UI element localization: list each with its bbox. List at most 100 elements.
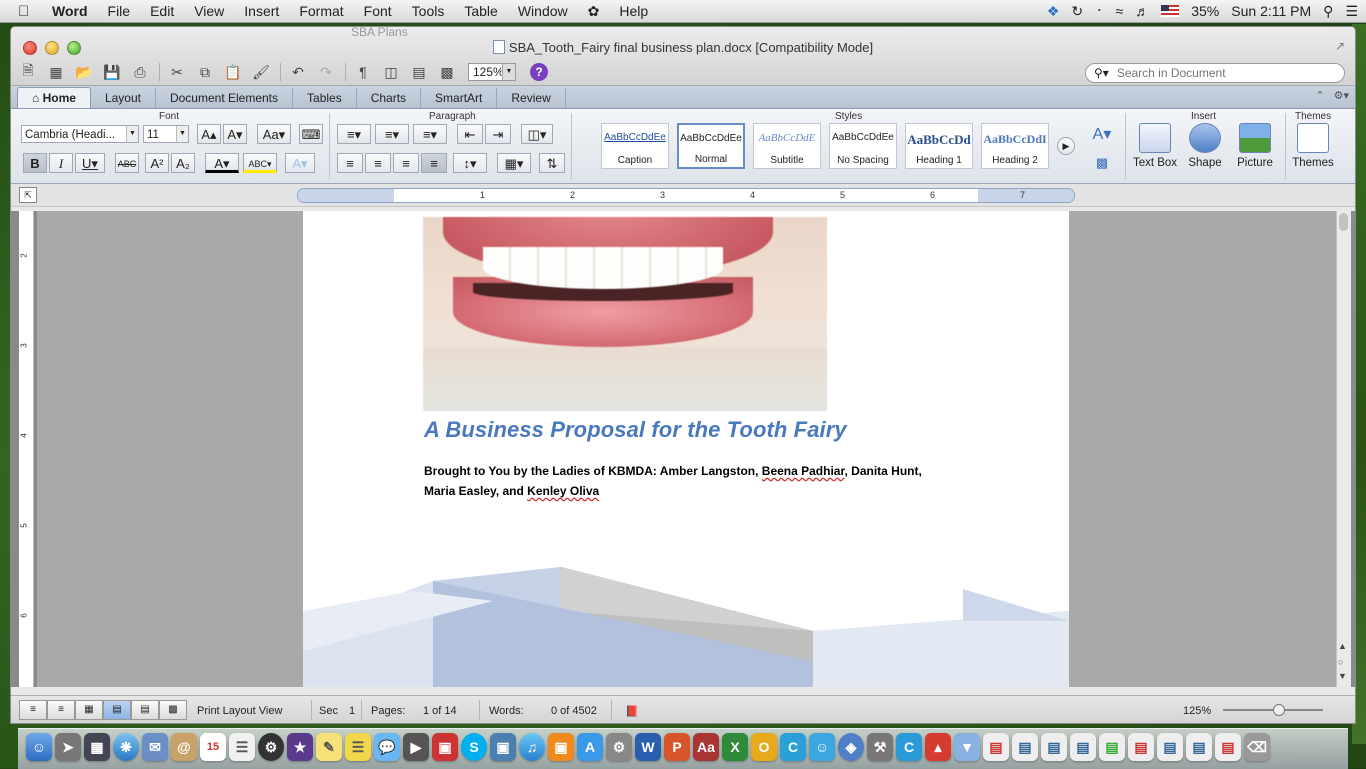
- shape-button[interactable]: Shape: [1181, 123, 1229, 169]
- subscript-button[interactable]: A₂: [171, 153, 195, 173]
- spotlight-search-icon[interactable]: ⚲: [1323, 3, 1333, 20]
- decrease-indent-icon[interactable]: ⇤: [457, 124, 483, 144]
- network-icon[interactable]: ◈: [838, 733, 864, 761]
- scrollbar-thumb[interactable]: [1339, 213, 1348, 231]
- preview-icon[interactable]: ▣: [490, 733, 516, 761]
- open-icon[interactable]: 📂: [73, 62, 95, 82]
- new-document-icon[interactable]: 🗎: [17, 62, 39, 82]
- help-icon[interactable]: ?: [530, 63, 548, 81]
- borders-icon[interactable]: ▦▾: [497, 153, 531, 173]
- bullets-icon[interactable]: ≡▾: [337, 124, 371, 144]
- outlook-icon[interactable]: O: [751, 733, 777, 761]
- multilevel-list-icon[interactable]: ≡▾: [413, 124, 447, 144]
- menu-format[interactable]: Format: [299, 3, 343, 19]
- grow-font-icon[interactable]: A▴: [197, 124, 221, 144]
- messages-icon[interactable]: 💬: [374, 733, 400, 761]
- print-icon[interactable]: ⎙: [129, 62, 151, 82]
- menu-table[interactable]: Table: [464, 3, 497, 19]
- menu-tools[interactable]: Tools: [412, 3, 445, 19]
- superscript-button[interactable]: A²: [145, 153, 169, 173]
- format-painter-icon[interactable]: 🖌: [250, 62, 272, 82]
- tab-document-elements[interactable]: Document Elements: [156, 88, 294, 108]
- style-no-spacing[interactable]: AaBbCcDdEe No Spacing: [829, 123, 897, 169]
- skype-icon[interactable]: S: [461, 733, 487, 761]
- zoom-slider-knob[interactable]: [1273, 704, 1285, 716]
- notification-list-icon[interactable]: ☰: [1345, 3, 1358, 20]
- downloads-stack-icon[interactable]: ▼: [954, 733, 980, 761]
- styles-next-icon[interactable]: ▶: [1057, 137, 1075, 155]
- document-stack-icon[interactable]: ▤: [1215, 733, 1241, 761]
- menu-edit[interactable]: Edit: [150, 3, 174, 19]
- templates-icon[interactable]: ▦: [45, 62, 67, 82]
- strikethrough-button[interactable]: ABC: [115, 153, 139, 173]
- menu-app-name[interactable]: Word: [52, 3, 88, 19]
- reminders-icon[interactable]: ☰: [229, 733, 255, 761]
- tab-home[interactable]: ⌂ Home: [17, 87, 91, 108]
- utility-icon[interactable]: ⚒: [867, 733, 893, 761]
- cut-icon[interactable]: ✂: [166, 62, 188, 82]
- ibooks-icon[interactable]: ▣: [548, 733, 574, 761]
- full-screen-view-icon[interactable]: ▩: [159, 700, 187, 720]
- document-stack-icon[interactable]: ▤: [1070, 733, 1096, 761]
- vertical-scrollbar[interactable]: ▲ ○ ▼: [1336, 211, 1351, 687]
- clear-formatting-icon[interactable]: ⌨: [299, 124, 323, 144]
- copy-icon[interactable]: ⧉: [194, 62, 216, 82]
- ribbon-options-icon[interactable]: ⚙▾: [1334, 90, 1349, 102]
- align-center-icon[interactable]: ≡: [365, 153, 391, 173]
- battery-status[interactable]: 35%: [1191, 3, 1219, 19]
- columns-icon[interactable]: ◫▾: [521, 124, 553, 144]
- powerpoint-icon[interactable]: P: [664, 733, 690, 761]
- finder-icon[interactable]: ☺: [26, 733, 52, 761]
- outline-view-icon[interactable]: ≡: [47, 700, 75, 720]
- stickies-icon[interactable]: ✎: [316, 733, 342, 761]
- tab-layout[interactable]: Layout: [91, 88, 156, 108]
- document-stack-icon[interactable]: ▤: [983, 733, 1009, 761]
- tab-tables[interactable]: Tables: [293, 88, 357, 108]
- font-color-button[interactable]: A▾: [205, 153, 239, 173]
- print-layout-view-icon[interactable]: ▤: [103, 700, 131, 720]
- menu-file[interactable]: File: [108, 3, 131, 19]
- menu-insert[interactable]: Insert: [244, 3, 279, 19]
- shrink-font-icon[interactable]: A▾: [223, 124, 247, 144]
- sort-icon[interactable]: ⇅: [539, 153, 565, 173]
- app-store-icon[interactable]: A: [577, 733, 603, 761]
- time-machine-icon[interactable]: ↻: [1071, 3, 1083, 20]
- style-subtitle[interactable]: AaBbCcDdE Subtitle: [753, 123, 821, 169]
- style-caption[interactable]: AaBbCcDdEe Caption: [601, 123, 669, 169]
- menu-clock[interactable]: Sun 2:11 PM: [1231, 3, 1311, 19]
- menu-window[interactable]: Window: [518, 3, 568, 19]
- menu-help[interactable]: Help: [619, 3, 648, 19]
- launchpad-icon[interactable]: ➤: [55, 733, 81, 761]
- tab-charts[interactable]: Charts: [357, 88, 422, 108]
- paste-icon[interactable]: 📋: [222, 62, 244, 82]
- notes-icon[interactable]: ☰: [345, 733, 371, 761]
- search-field[interactable]: ⚲▾: [1085, 63, 1345, 83]
- lync-icon[interactable]: C: [896, 733, 922, 761]
- document-stack-icon[interactable]: ▤: [1099, 733, 1125, 761]
- horizontal-ruler[interactable]: 1 2 3 4 5 6 7: [297, 188, 1075, 203]
- document-stack-icon[interactable]: ▤: [1041, 733, 1067, 761]
- byline-paragraph[interactable]: Brought to You by the Ladies of KBMDA: A…: [424, 461, 944, 501]
- document-stack-icon[interactable]: ▤: [1157, 733, 1183, 761]
- font-name-select[interactable]: Cambria (Headi... ▼: [21, 125, 139, 143]
- sidebar-icon[interactable]: ◫: [380, 62, 402, 82]
- next-page-icon[interactable]: ▼: [1338, 671, 1347, 681]
- document-page[interactable]: A Business Proposal for the Tooth Fairy …: [303, 211, 1069, 687]
- menu-font[interactable]: Font: [364, 3, 392, 19]
- themes-button[interactable]: Themes: [1289, 123, 1337, 169]
- mission-control-icon[interactable]: ▦: [84, 733, 110, 761]
- photo-booth-icon[interactable]: ▣: [432, 733, 458, 761]
- undo-icon[interactable]: ↶: [287, 62, 309, 82]
- calendar-icon[interactable]: 15: [200, 733, 226, 761]
- line-spacing-icon[interactable]: ↕▾: [453, 153, 487, 173]
- draft-view-icon[interactable]: ≡: [19, 700, 47, 720]
- redo-icon[interactable]: ↷: [315, 62, 337, 82]
- safari-icon[interactable]: ❋: [113, 733, 139, 761]
- facetime-icon[interactable]: ▶: [403, 733, 429, 761]
- system-preferences-icon[interactable]: ⚙: [606, 733, 632, 761]
- previous-page-icon[interactable]: ▲: [1338, 641, 1347, 651]
- apple-icon[interactable]: : [18, 3, 36, 20]
- tab-review[interactable]: Review: [497, 88, 566, 108]
- trash-icon[interactable]: ⌫: [1244, 733, 1270, 761]
- wifi-icon[interactable]: ≈: [1116, 3, 1124, 19]
